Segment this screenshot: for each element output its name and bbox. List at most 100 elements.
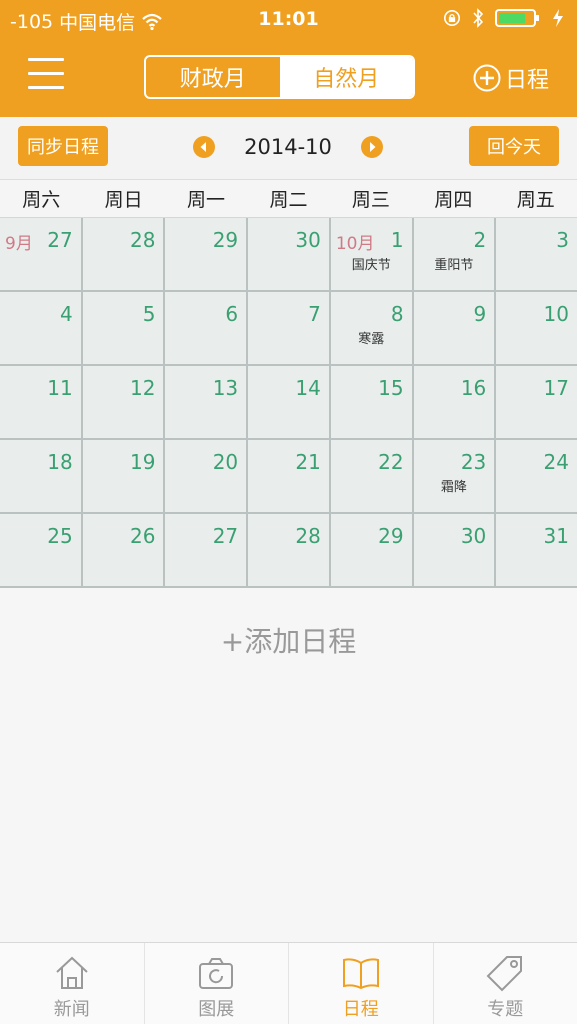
calendar-day-cell[interactable]: 7 <box>248 292 329 364</box>
day-number: 27 <box>212 524 239 548</box>
menu-icon[interactable] <box>28 54 64 94</box>
tab-schedule-label: 日程 <box>342 999 379 1020</box>
day-number: 29 <box>378 524 404 548</box>
calendar-day-cell[interactable]: 17 <box>496 366 577 438</box>
status-right <box>443 8 567 28</box>
book-icon <box>342 958 379 990</box>
day-number: 2 <box>473 228 487 252</box>
day-number: 13 <box>212 376 239 400</box>
calendar-day-cell[interactable]: 12 <box>82 366 164 438</box>
calendar-day-cell[interactable]: 9 <box>413 292 495 364</box>
day-number: 30 <box>295 228 321 252</box>
tab-topics-label: 专题 <box>487 999 524 1020</box>
calendar-day-cell[interactable]: 4 <box>0 292 81 364</box>
calendar-day-cell[interactable]: 23 霜降 <box>413 440 495 512</box>
month-marker: 10月 <box>335 234 375 254</box>
calendar-day-cell[interactable]: 31 <box>496 514 577 586</box>
calendar-day-cell[interactable]: 16 <box>413 366 495 438</box>
day-number: 19 <box>129 450 156 474</box>
calendar-day-cell[interactable]: 14 <box>248 366 329 438</box>
calendar-day-cell[interactable]: 30 <box>248 218 329 290</box>
day-number: 31 <box>543 524 569 548</box>
day-number: 12 <box>129 376 156 400</box>
day-number: 10 <box>543 302 569 326</box>
tab-news[interactable]: 新闻 <box>0 943 144 1024</box>
day-number: 9 <box>473 302 487 326</box>
add-schedule-link[interactable]: +添加日程 <box>0 620 577 664</box>
day-number: 24 <box>543 450 569 474</box>
calendar-day-cell[interactable]: 10月 1 国庆节 <box>330 218 412 290</box>
calendar-day-cell[interactable]: 29 <box>330 514 412 586</box>
app-header: -105 中国电信 11:01 财政月 自然月 日程 <box>0 0 577 117</box>
day-number: 3 <box>556 228 569 252</box>
weekday-header: 周六 周日 周一 周二 周三 周四 周五 <box>0 180 577 218</box>
calendar-day-cell[interactable]: 25 <box>0 514 81 586</box>
day-number: 6 <box>225 302 239 326</box>
calendar-day-cell[interactable]: 26 <box>82 514 164 586</box>
calendar-day-cell[interactable]: 5 <box>82 292 164 364</box>
calendar-day-cell[interactable]: 28 <box>248 514 329 586</box>
day-number: 17 <box>543 376 569 400</box>
home-icon <box>56 956 88 989</box>
day-number: 30 <box>460 524 487 548</box>
day-number: 15 <box>378 376 404 400</box>
day-number: 28 <box>295 524 321 548</box>
calendar-day-cell[interactable]: 22 <box>330 440 412 512</box>
day-number: 26 <box>129 524 156 548</box>
weekday-wed: 周三 <box>351 189 390 211</box>
calendar-day-cell[interactable]: 3 <box>496 218 577 290</box>
month-navigator: 2014-10 <box>193 132 383 162</box>
day-number: 16 <box>460 376 487 400</box>
month-marker: 9月 <box>5 234 33 254</box>
calendar-grid: 9月 27 28 29 30 10月 1 国庆节 2 重阳节 3 4 5 6 7 8 寒露 9 10 11 12 13 14… <box>0 218 577 588</box>
day-number: 22 <box>378 450 404 474</box>
day-number: 18 <box>47 450 73 474</box>
tag-icon <box>486 956 523 992</box>
day-number: 27 <box>47 228 73 252</box>
holiday-label: 寒露 <box>358 332 385 347</box>
calendar-day-cell[interactable]: 24 <box>496 440 577 512</box>
calendar-day-cell[interactable]: 30 <box>413 514 495 586</box>
calendar-day-cell[interactable]: 6 <box>165 292 247 364</box>
calendar-day-cell[interactable]: 2 重阳节 <box>413 218 495 290</box>
calendar-day-cell[interactable]: 15 <box>330 366 412 438</box>
back-to-today-button[interactable]: 回今天 <box>469 126 559 166</box>
calendar-day-cell[interactable]: 8 寒露 <box>330 292 412 364</box>
segment-natural-month[interactable]: 自然月 <box>279 57 413 97</box>
day-number: 25 <box>47 524 73 548</box>
weekday-mon: 周一 <box>187 189 226 211</box>
day-number: 23 <box>460 450 487 474</box>
day-number: 4 <box>59 302 73 326</box>
segment-fiscal-month[interactable]: 财政月 <box>146 57 280 97</box>
tab-schedule[interactable]: 日程 <box>288 943 433 1024</box>
calendar-day-cell[interactable]: 11 <box>0 366 81 438</box>
holiday-label: 国庆节 <box>351 258 391 273</box>
tab-topics[interactable]: 专题 <box>432 943 577 1024</box>
calendar-screen: -105 中国电信 11:01 财政月 自然月 日程 同步日程 2014-10 … <box>0 0 577 1024</box>
tab-news-label: 新闻 <box>53 999 90 1020</box>
sync-schedule-button[interactable]: 同步日程 <box>18 126 108 166</box>
calendar-day-cell[interactable]: 21 <box>248 440 329 512</box>
calendar-day-cell[interactable]: 29 <box>165 218 247 290</box>
plus-circle-icon <box>473 64 501 92</box>
tab-gallery-label: 图展 <box>198 999 235 1020</box>
day-number: 7 <box>308 302 321 326</box>
weekday-thu: 周四 <box>434 189 473 211</box>
tab-gallery[interactable]: 图展 <box>143 943 289 1024</box>
nav-bar: 财政月 自然月 日程 <box>0 40 577 117</box>
calendar-day-cell[interactable]: 19 <box>82 440 164 512</box>
calendar-day-cell[interactable]: 10 <box>496 292 577 364</box>
holiday-label: 重阳节 <box>434 258 474 273</box>
calendar-day-cell[interactable]: 28 <box>82 218 164 290</box>
next-month-icon[interactable] <box>361 136 383 158</box>
add-schedule-button[interactable]: 日程 <box>473 62 549 94</box>
calendar-day-cell[interactable]: 13 <box>165 366 247 438</box>
calendar-day-cell[interactable]: 9月 27 <box>0 218 81 290</box>
holiday-label: 霜降 <box>440 480 467 495</box>
calendar-day-cell[interactable]: 20 <box>165 440 247 512</box>
prev-month-icon[interactable] <box>193 136 215 158</box>
calendar-day-cell[interactable]: 18 <box>0 440 81 512</box>
calendar-day-cell[interactable]: 27 <box>165 514 247 586</box>
month-mode-segmented-control: 财政月 自然月 <box>144 55 415 99</box>
day-number: 11 <box>47 376 73 400</box>
